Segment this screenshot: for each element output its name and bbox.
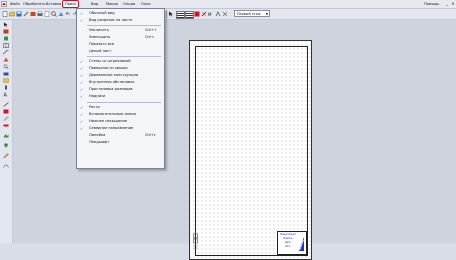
main-toolbar: M Первый этаж ▼ bbox=[0, 9, 456, 20]
open-folder-icon[interactable] bbox=[9, 11, 15, 17]
line-tool-icon[interactable] bbox=[3, 102, 9, 107]
select-tool-icon[interactable] bbox=[3, 22, 9, 27]
checkmark-icon: ✓ bbox=[80, 66, 84, 71]
column-tool-icon[interactable] bbox=[3, 85, 9, 90]
undo-icon[interactable] bbox=[65, 11, 71, 17]
view-dropdown-menu: ✓ Обычный вид ✓ Вид разрезов на листе Ув… bbox=[76, 8, 165, 169]
menu-option-dimensions[interactable]: ✓ Простановка размеров bbox=[77, 86, 164, 93]
title-block-date: Дата bbox=[285, 241, 291, 244]
menu-file[interactable]: Файл bbox=[8, 1, 22, 7]
menu-option-wooden-structures[interactable]: ✓ Деревянные конструкции bbox=[77, 72, 164, 79]
menu-option-zoom-in[interactable]: Увеличить Ctrl++ bbox=[77, 27, 164, 34]
pencil-tool-icon[interactable] bbox=[3, 153, 9, 159]
print-icon[interactable] bbox=[37, 11, 43, 17]
door-tool-icon[interactable] bbox=[3, 36, 9, 41]
tool-palette: A bbox=[0, 20, 13, 243]
menu-bar: Файл Обработать Вставка Поиск Вид Макро … bbox=[0, 0, 456, 9]
toolbar-separator bbox=[166, 11, 167, 18]
menu-insert[interactable]: Вставка bbox=[44, 1, 63, 7]
zoom-icon[interactable] bbox=[51, 11, 57, 17]
menu-help[interactable]: Помощь bbox=[424, 1, 439, 7]
furniture-tool-icon[interactable] bbox=[3, 71, 9, 76]
north-arrow-icon bbox=[193, 233, 198, 250]
menu-option-guide-lines[interactable]: ✓ Вспомогательные линии bbox=[77, 111, 164, 118]
menu-option-interior[interactable]: ✓ Внутренняя обстановка bbox=[77, 79, 164, 86]
new-file-icon[interactable] bbox=[2, 11, 8, 17]
zoom-tool-icon[interactable] bbox=[3, 64, 9, 70]
checkmark-icon: ✓ bbox=[80, 126, 84, 131]
menu-option-labels[interactable]: ✓ Надписи bbox=[77, 93, 164, 100]
menu-option-grid[interactable]: ✓ Растр bbox=[77, 104, 164, 111]
delete-icon[interactable] bbox=[222, 11, 228, 17]
text-tool-icon[interactable]: A bbox=[3, 92, 9, 99]
menu-option-lower-fill[interactable]: ✓ Нижнее насыщение bbox=[77, 118, 164, 125]
line-pattern-swatch[interactable] bbox=[176, 11, 185, 19]
menu-option-show-all[interactable]: Показать все bbox=[77, 41, 164, 48]
app-logo-icon bbox=[1, 1, 7, 7]
sheet-frame bbox=[195, 46, 308, 256]
save-icon[interactable] bbox=[16, 11, 22, 17]
wall-icon[interactable] bbox=[30, 11, 36, 17]
checkmark-icon: ✓ bbox=[80, 59, 84, 64]
menu-option-hatched-walls[interactable]: ✓ Стены со штриховкой bbox=[77, 58, 164, 65]
menu-option-roof-surfaces[interactable]: ✓ Поверхности крыши bbox=[77, 65, 164, 72]
menu-view[interactable]: Вид bbox=[89, 1, 100, 7]
menu-macro[interactable]: Макро bbox=[104, 1, 120, 7]
menu-options[interactable]: Опции bbox=[121, 1, 137, 7]
menu-option-landscape[interactable]: Лендшафт bbox=[77, 139, 164, 146]
wall-tool-icon[interactable] bbox=[3, 29, 9, 34]
checkmark-icon: ✓ bbox=[80, 112, 84, 117]
app-icon[interactable] bbox=[1, 1, 7, 7]
checkmark-icon: ✓ bbox=[80, 11, 84, 16]
menu-option-normal-view[interactable]: ✓ Обычный вид bbox=[77, 10, 164, 17]
svg-text:A: A bbox=[4, 93, 8, 98]
checkmark-icon: ✓ bbox=[80, 80, 84, 85]
pointer-icon[interactable] bbox=[168, 11, 174, 17]
color-tool-icon[interactable] bbox=[3, 109, 9, 114]
pen-color-icon[interactable] bbox=[194, 11, 200, 17]
menu-search[interactable]: Поиск bbox=[62, 0, 80, 8]
svg-text:M: M bbox=[208, 12, 212, 17]
measure-tool-icon[interactable] bbox=[3, 123, 9, 128]
layer-icon[interactable] bbox=[215, 11, 221, 17]
checkmark-icon: ✓ bbox=[80, 119, 84, 124]
landscape-tool-icon[interactable] bbox=[3, 133, 9, 138]
preview-icon[interactable] bbox=[44, 11, 50, 17]
title-block-sheet: Лист bbox=[285, 245, 291, 248]
drawing-sheet[interactable]: Новый проект Подпись Дата Лист bbox=[189, 40, 312, 260]
render-3d-icon[interactable] bbox=[58, 11, 64, 17]
draw-icon[interactable] bbox=[23, 11, 29, 17]
checkmark-icon: ✓ bbox=[80, 105, 84, 110]
checkmark-icon: ✓ bbox=[80, 18, 84, 23]
window-tool-icon[interactable] bbox=[3, 43, 9, 48]
layer-select[interactable]: Первый этаж ▼ bbox=[234, 10, 270, 17]
menu-option-ruler[interactable]: Линейка Ctrl+L bbox=[77, 132, 164, 139]
title-block: Новый проект Подпись Дата Лист bbox=[277, 231, 307, 255]
close-icon[interactable]: × bbox=[450, 1, 456, 7]
menu-window[interactable]: Окно bbox=[139, 1, 153, 7]
checkmark-icon: ✓ bbox=[80, 94, 84, 99]
line-style-icon[interactable] bbox=[201, 11, 207, 17]
fill-pattern-swatch[interactable] bbox=[185, 11, 194, 19]
company-logo-icon bbox=[299, 237, 304, 251]
menu-option-sections-on-sheet[interactable]: ✓ Вид разрезов на листе bbox=[77, 17, 164, 24]
menu-separator bbox=[87, 25, 161, 26]
roof-tool-icon[interactable] bbox=[3, 57, 9, 62]
tree-tool-icon[interactable] bbox=[3, 143, 9, 148]
menu-option-north-direction[interactable]: ✓ Северное направление bbox=[77, 125, 164, 132]
hatch-tool-icon[interactable] bbox=[3, 116, 9, 121]
curve-tool-icon[interactable] bbox=[3, 163, 9, 168]
checkmark-icon: ✓ bbox=[80, 73, 84, 78]
menu-option-zoom-out[interactable]: Уменьшить Ctrl+- bbox=[77, 34, 164, 41]
room-tool-icon[interactable] bbox=[3, 78, 9, 83]
checkmark-icon: ✓ bbox=[80, 87, 84, 92]
menu-separator bbox=[87, 56, 161, 57]
menu-option-whole-sheet[interactable]: Целый лист bbox=[77, 48, 164, 55]
menu-separator bbox=[87, 102, 161, 103]
stairs-tool-icon[interactable] bbox=[3, 50, 9, 55]
chevron-down-icon: ▼ bbox=[265, 12, 268, 16]
dimension-icon[interactable]: M bbox=[208, 11, 214, 17]
layer-select-value: Первый этаж bbox=[237, 12, 261, 16]
